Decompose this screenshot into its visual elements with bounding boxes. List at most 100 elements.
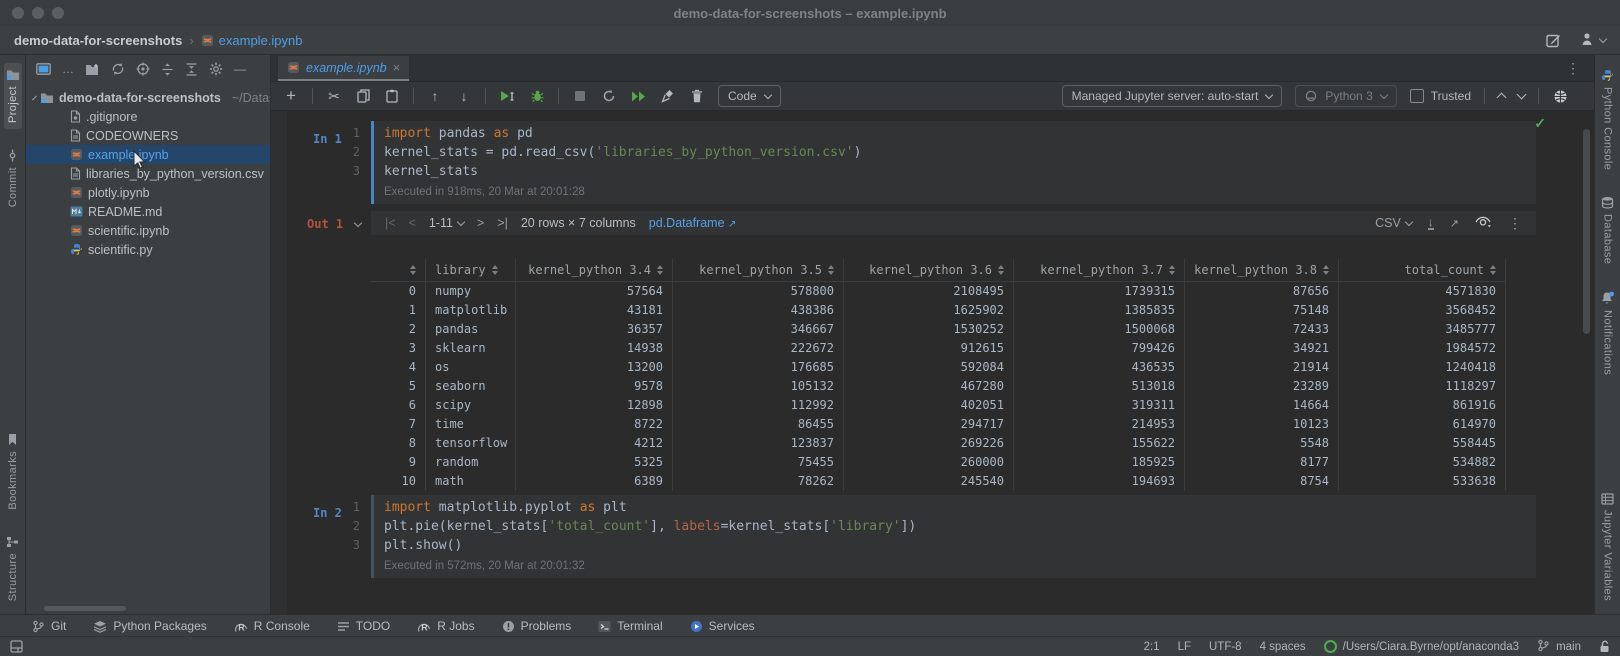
- download-icon[interactable]: ↓: [1428, 217, 1434, 230]
- view-options-more-button[interactable]: …: [62, 62, 74, 76]
- kernel-dropdown[interactable]: Python 3: [1295, 85, 1396, 107]
- toolwindow-button-git[interactable]: Git: [32, 619, 66, 633]
- cut-cell-button[interactable]: ✂: [326, 88, 342, 105]
- user-account-button[interactable]: [1581, 32, 1606, 49]
- checkbox-icon[interactable]: [1410, 89, 1424, 103]
- stop-kernel-button[interactable]: [572, 90, 588, 102]
- tree-item-CODEOWNERS[interactable]: CODEOWNERS: [26, 126, 270, 145]
- last-page-button[interactable]: >|: [497, 216, 508, 230]
- prev-page-button[interactable]: <: [409, 216, 416, 230]
- indent-setting[interactable]: 4 spaces: [1260, 641, 1306, 653]
- column-header[interactable]: library: [426, 259, 516, 281]
- code-cell-2[interactable]: In 2 1import matplotlib.pyplot as plt2pl…: [271, 495, 1594, 578]
- column-header[interactable]: kernel_python 3.6: [844, 259, 1014, 281]
- project-view-icon[interactable]: [36, 63, 51, 75]
- table-row[interactable]: 5seaborn95781051324672805130182328911182…: [371, 377, 1506, 396]
- toolwindow-button-services[interactable]: Services: [690, 619, 755, 633]
- git-branch[interactable]: main: [1537, 639, 1581, 655]
- toolwindow-button-r-console[interactable]: RR Console: [234, 619, 310, 633]
- tool-stripe-structure[interactable]: Structure: [4, 530, 21, 607]
- code-line[interactable]: 2plt.pie(kernel_stats['total_count'], la…: [374, 519, 1536, 538]
- tool-stripe-database[interactable]: Database: [1599, 190, 1616, 270]
- toolwindow-button-terminal[interactable]: Terminal: [598, 619, 662, 633]
- horizontal-scrollbar[interactable]: [44, 606, 126, 611]
- delete-cell-button[interactable]: [689, 89, 705, 103]
- output-options-kebab-icon[interactable]: ⋮: [1508, 215, 1522, 232]
- table-row[interactable]: 7time87228645529471721495310123614970: [371, 415, 1506, 434]
- previous-cell-chevron-icon[interactable]: [1497, 93, 1507, 103]
- lock-icon[interactable]: [1599, 640, 1610, 653]
- tool-stripe-bookmarks[interactable]: Bookmarks: [5, 427, 21, 516]
- expand-all-icon[interactable]: [161, 63, 174, 76]
- chevron-expanded-icon[interactable]: [32, 95, 37, 100]
- toolwindow-button-r-jobs[interactable]: RR Jobs: [417, 619, 474, 633]
- table-row[interactable]: 1matplotlib43181438386162590213858357514…: [371, 301, 1506, 320]
- open-in-new-icon[interactable]: ↗: [1450, 217, 1459, 230]
- new-folder-icon[interactable]: [85, 63, 100, 76]
- table-row[interactable]: 4os13200176685592084436535219141240418: [371, 358, 1506, 377]
- toolwindow-button-todo[interactable]: TODO: [337, 619, 390, 633]
- edit-compose-icon[interactable]: [1546, 33, 1561, 48]
- column-header-index[interactable]: [371, 259, 426, 281]
- tab-close-icon[interactable]: ×: [393, 63, 401, 73]
- cell-type-dropdown[interactable]: Code: [718, 85, 781, 107]
- export-format-dropdown[interactable]: CSV: [1375, 216, 1412, 230]
- tree-item-scientific.ipynb[interactable]: scientific.ipynb: [26, 221, 270, 240]
- move-cell-down-button[interactable]: ↓: [456, 88, 472, 104]
- eye-icon[interactable]: [1475, 216, 1492, 231]
- tree-item-README.md[interactable]: README.md: [26, 202, 270, 221]
- table-row[interactable]: 0numpy5756457880021084951739315876564571…: [371, 282, 1506, 301]
- column-header[interactable]: kernel_python 3.8: [1185, 259, 1339, 281]
- clear-outputs-button[interactable]: [660, 89, 676, 103]
- collapse-output-chevron-icon[interactable]: [354, 219, 362, 227]
- table-row[interactable]: 3sklearn14938222672912615799426349211984…: [371, 339, 1506, 358]
- toolwindow-button-python-packages[interactable]: Python Packages: [93, 619, 206, 633]
- notebook-editor[interactable]: ✓ In 1 1import pandas as pd2kernel_stats…: [271, 111, 1594, 615]
- table-row[interactable]: 9random5325754552600001859258177534882: [371, 453, 1506, 472]
- tab-example-ipynb[interactable]: example.ipynb ×: [278, 56, 409, 81]
- next-page-button[interactable]: >: [477, 216, 484, 230]
- file-encoding[interactable]: UTF-8: [1209, 641, 1242, 653]
- tool-stripe-jupyter-variables[interactable]: Jupyter Variables: [1599, 487, 1616, 607]
- code-cell-1[interactable]: In 1 1import pandas as pd2kernel_stats =…: [271, 121, 1594, 204]
- code-line[interactable]: 3kernel_stats: [374, 164, 1536, 183]
- move-cell-up-button[interactable]: ↑: [427, 88, 443, 104]
- tool-stripe-notifications[interactable]: Notifications: [1599, 285, 1616, 381]
- jupyter-server-dropdown[interactable]: Managed Jupyter server: auto-start: [1062, 85, 1283, 107]
- column-header[interactable]: total_count: [1339, 259, 1506, 281]
- tree-item-example.ipynb[interactable]: example.ipynb: [26, 145, 270, 164]
- tool-stripe-commit[interactable]: Commit: [4, 143, 21, 213]
- code-line[interactable]: 3plt.show(): [374, 538, 1536, 557]
- line-separator[interactable]: LF: [1178, 641, 1191, 653]
- tree-item-.gitignore[interactable]: .gitignore: [26, 107, 270, 126]
- table-row[interactable]: 2pandas363573466671530252150006872433348…: [371, 320, 1506, 339]
- caret-position[interactable]: 2:1: [1144, 641, 1160, 653]
- code-line[interactable]: 1import matplotlib.pyplot as plt: [374, 500, 1536, 519]
- restart-kernel-button[interactable]: [601, 89, 617, 103]
- column-header[interactable]: kernel_python 3.7: [1014, 259, 1185, 281]
- code-line[interactable]: 1import pandas as pd: [374, 126, 1536, 145]
- table-row[interactable]: 10math6389782622455401946938754533638: [371, 472, 1506, 491]
- trusted-checkbox[interactable]: Trusted: [1410, 89, 1471, 103]
- next-cell-chevron-icon[interactable]: [1517, 90, 1527, 100]
- page-range-dropdown[interactable]: 1-11: [429, 216, 464, 230]
- column-header[interactable]: kernel_python 3.5: [673, 259, 844, 281]
- python-interpreter[interactable]: /Users/Ciara.Byrne/opt/anaconda3: [1324, 640, 1519, 653]
- tree-root[interactable]: demo-data-for-screenshots ~/Datasp: [26, 88, 270, 107]
- tree-item-libraries_by_python_version.csv[interactable]: libraries_by_python_version.csv: [26, 164, 270, 183]
- run-cell-button[interactable]: [499, 89, 516, 103]
- table-row[interactable]: 8tensorflow42121238372692261556225548558…: [371, 434, 1506, 453]
- breadcrumb-file[interactable]: example.ipynb: [219, 33, 303, 48]
- paste-cell-button[interactable]: [384, 89, 400, 103]
- tool-stripe-project[interactable]: Project: [4, 63, 22, 129]
- collapse-all-icon[interactable]: [185, 63, 198, 76]
- tool-window-layout-icon[interactable]: [10, 640, 23, 653]
- tool-stripe-python-console[interactable]: Python Console: [1599, 63, 1616, 176]
- settings-gear-icon[interactable]: [209, 62, 223, 76]
- hide-panel-button[interactable]: —: [234, 62, 246, 76]
- code-line[interactable]: 2kernel_stats = pd.read_csv('libraries_b…: [374, 145, 1536, 164]
- tree-item-plotly.ipynb[interactable]: plotly.ipynb: [26, 183, 270, 202]
- column-header[interactable]: kernel_python 3.4: [516, 259, 673, 281]
- add-cell-button[interactable]: +: [283, 86, 299, 106]
- table-row[interactable]: 6scipy1289811299240205131931114664861916: [371, 396, 1506, 415]
